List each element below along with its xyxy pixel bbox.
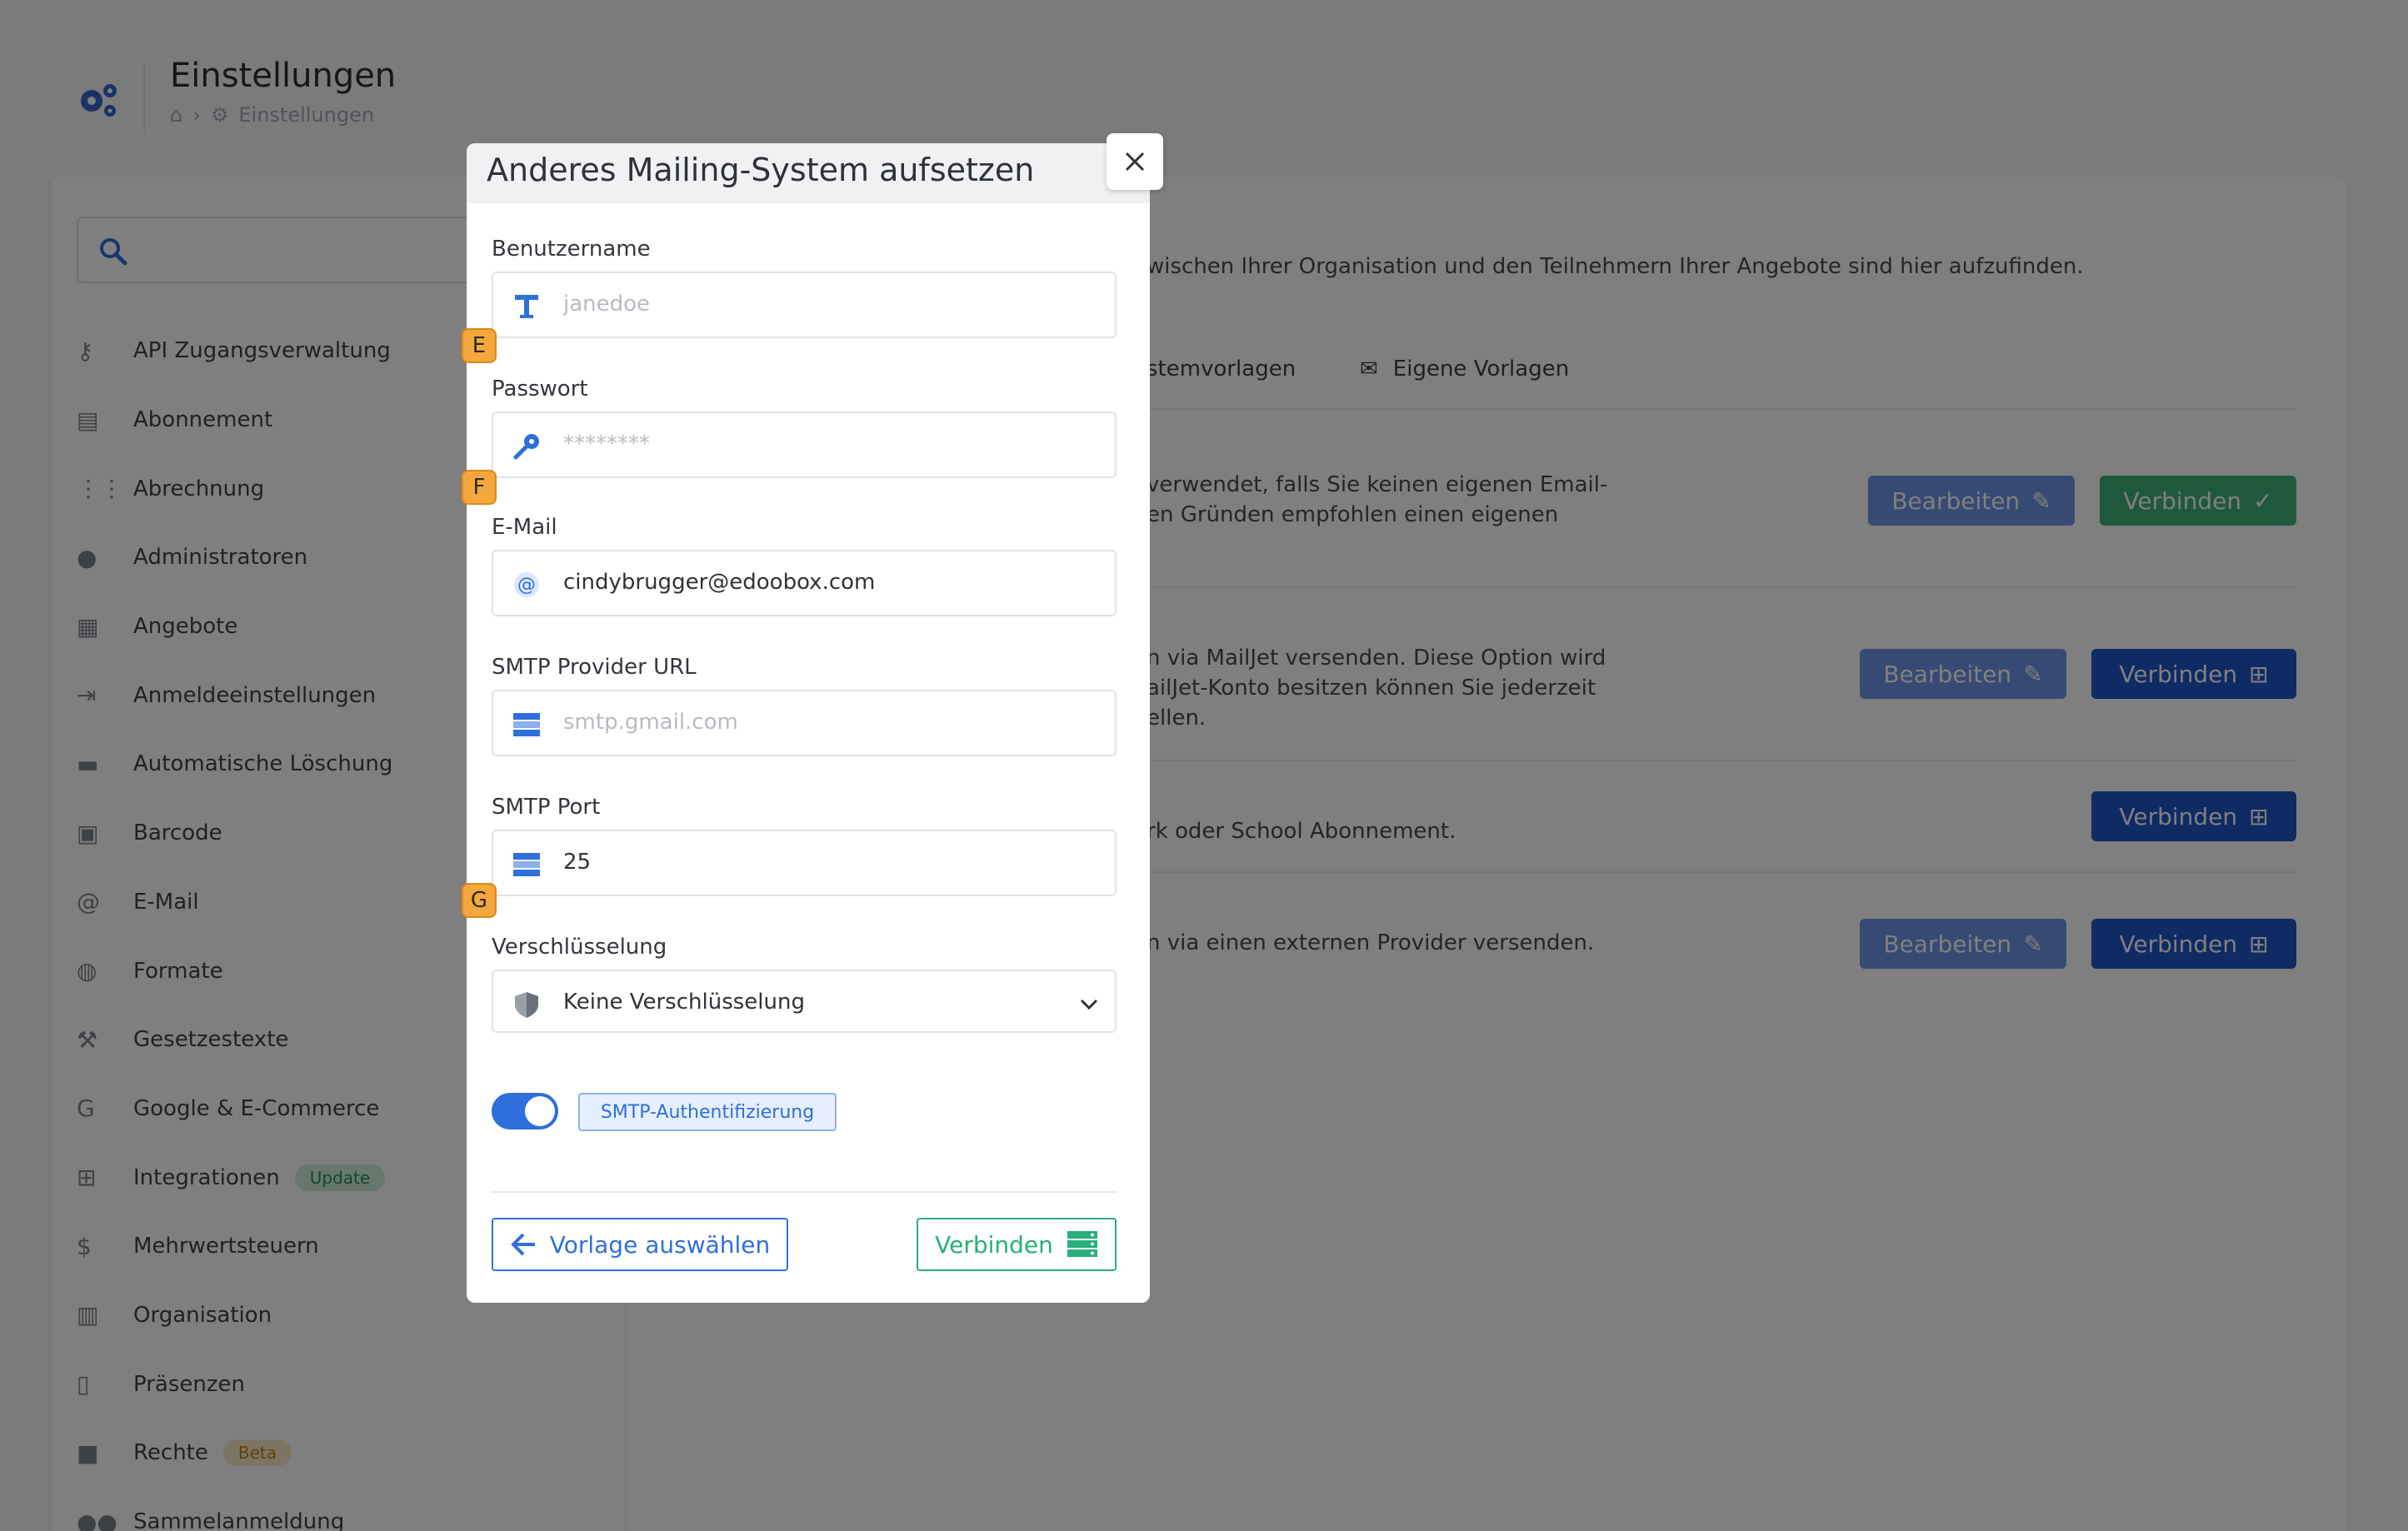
smtp-url-label: SMTP Provider URL (492, 655, 697, 680)
email-field[interactable]: @ cindybrugger@edoobox.com (492, 550, 1117, 616)
username-field[interactable]: janedoe (492, 272, 1117, 338)
toggle-knob (525, 1096, 555, 1126)
mailing-setup-modal: Anderes Mailing-System aufsetzen Benutze… (467, 143, 1150, 1303)
password-placeholder: ******** (563, 431, 650, 456)
encryption-select[interactable]: Keine Verschlüsselung (492, 970, 1117, 1033)
modal-backdrop[interactable] (0, 0, 2408, 1531)
connect-submit-button[interactable]: Verbinden (917, 1218, 1117, 1271)
at-icon: @ (514, 572, 539, 597)
smtp-port-label: SMTP Port (492, 795, 601, 820)
hint-marker-e: E (462, 328, 497, 363)
password-label: Passwort (492, 377, 588, 401)
smtp-port-value: 25 (563, 850, 592, 875)
server-icon (1067, 1231, 1097, 1257)
server-icon (513, 713, 540, 736)
username-placeholder: janedoe (563, 292, 651, 317)
smtp-url-field[interactable]: smtp.gmail.com (492, 690, 1117, 756)
shield-icon (515, 992, 538, 1018)
server-icon (513, 853, 540, 876)
encryption-label: Verschlüsselung (492, 935, 667, 960)
modal-close-button[interactable] (1107, 133, 1163, 190)
text-icon (515, 295, 538, 318)
arrow-left-icon (510, 1233, 535, 1256)
smtp-auth-toggle[interactable] (492, 1093, 558, 1130)
smtp-url-placeholder: smtp.gmail.com (563, 710, 738, 735)
password-field[interactable]: ******** (492, 411, 1117, 478)
username-label: Benutzername (492, 237, 651, 262)
email-label: E-Mail (492, 515, 557, 540)
email-value: cindybrugger@edoobox.com (563, 570, 876, 595)
smtp-auth-label: SMTP-Authentifizierung (578, 1093, 837, 1131)
select-template-button[interactable]: Vorlage auswählen (492, 1218, 788, 1271)
svg-text:@: @ (517, 575, 536, 596)
modal-header: Anderes Mailing-System aufsetzen (467, 143, 1150, 203)
modal-footer-divider (492, 1191, 1117, 1193)
smtp-port-field[interactable]: 25 (492, 830, 1117, 896)
hint-marker-g: G (462, 883, 497, 918)
modal-title: Anderes Mailing-System aufsetzen (487, 152, 1035, 188)
hint-marker-f: F (462, 470, 497, 505)
chevron-down-icon (1080, 999, 1098, 1010)
close-icon (1125, 152, 1145, 172)
encryption-value: Keine Verschlüsselung (563, 990, 805, 1015)
key-icon (513, 434, 539, 460)
